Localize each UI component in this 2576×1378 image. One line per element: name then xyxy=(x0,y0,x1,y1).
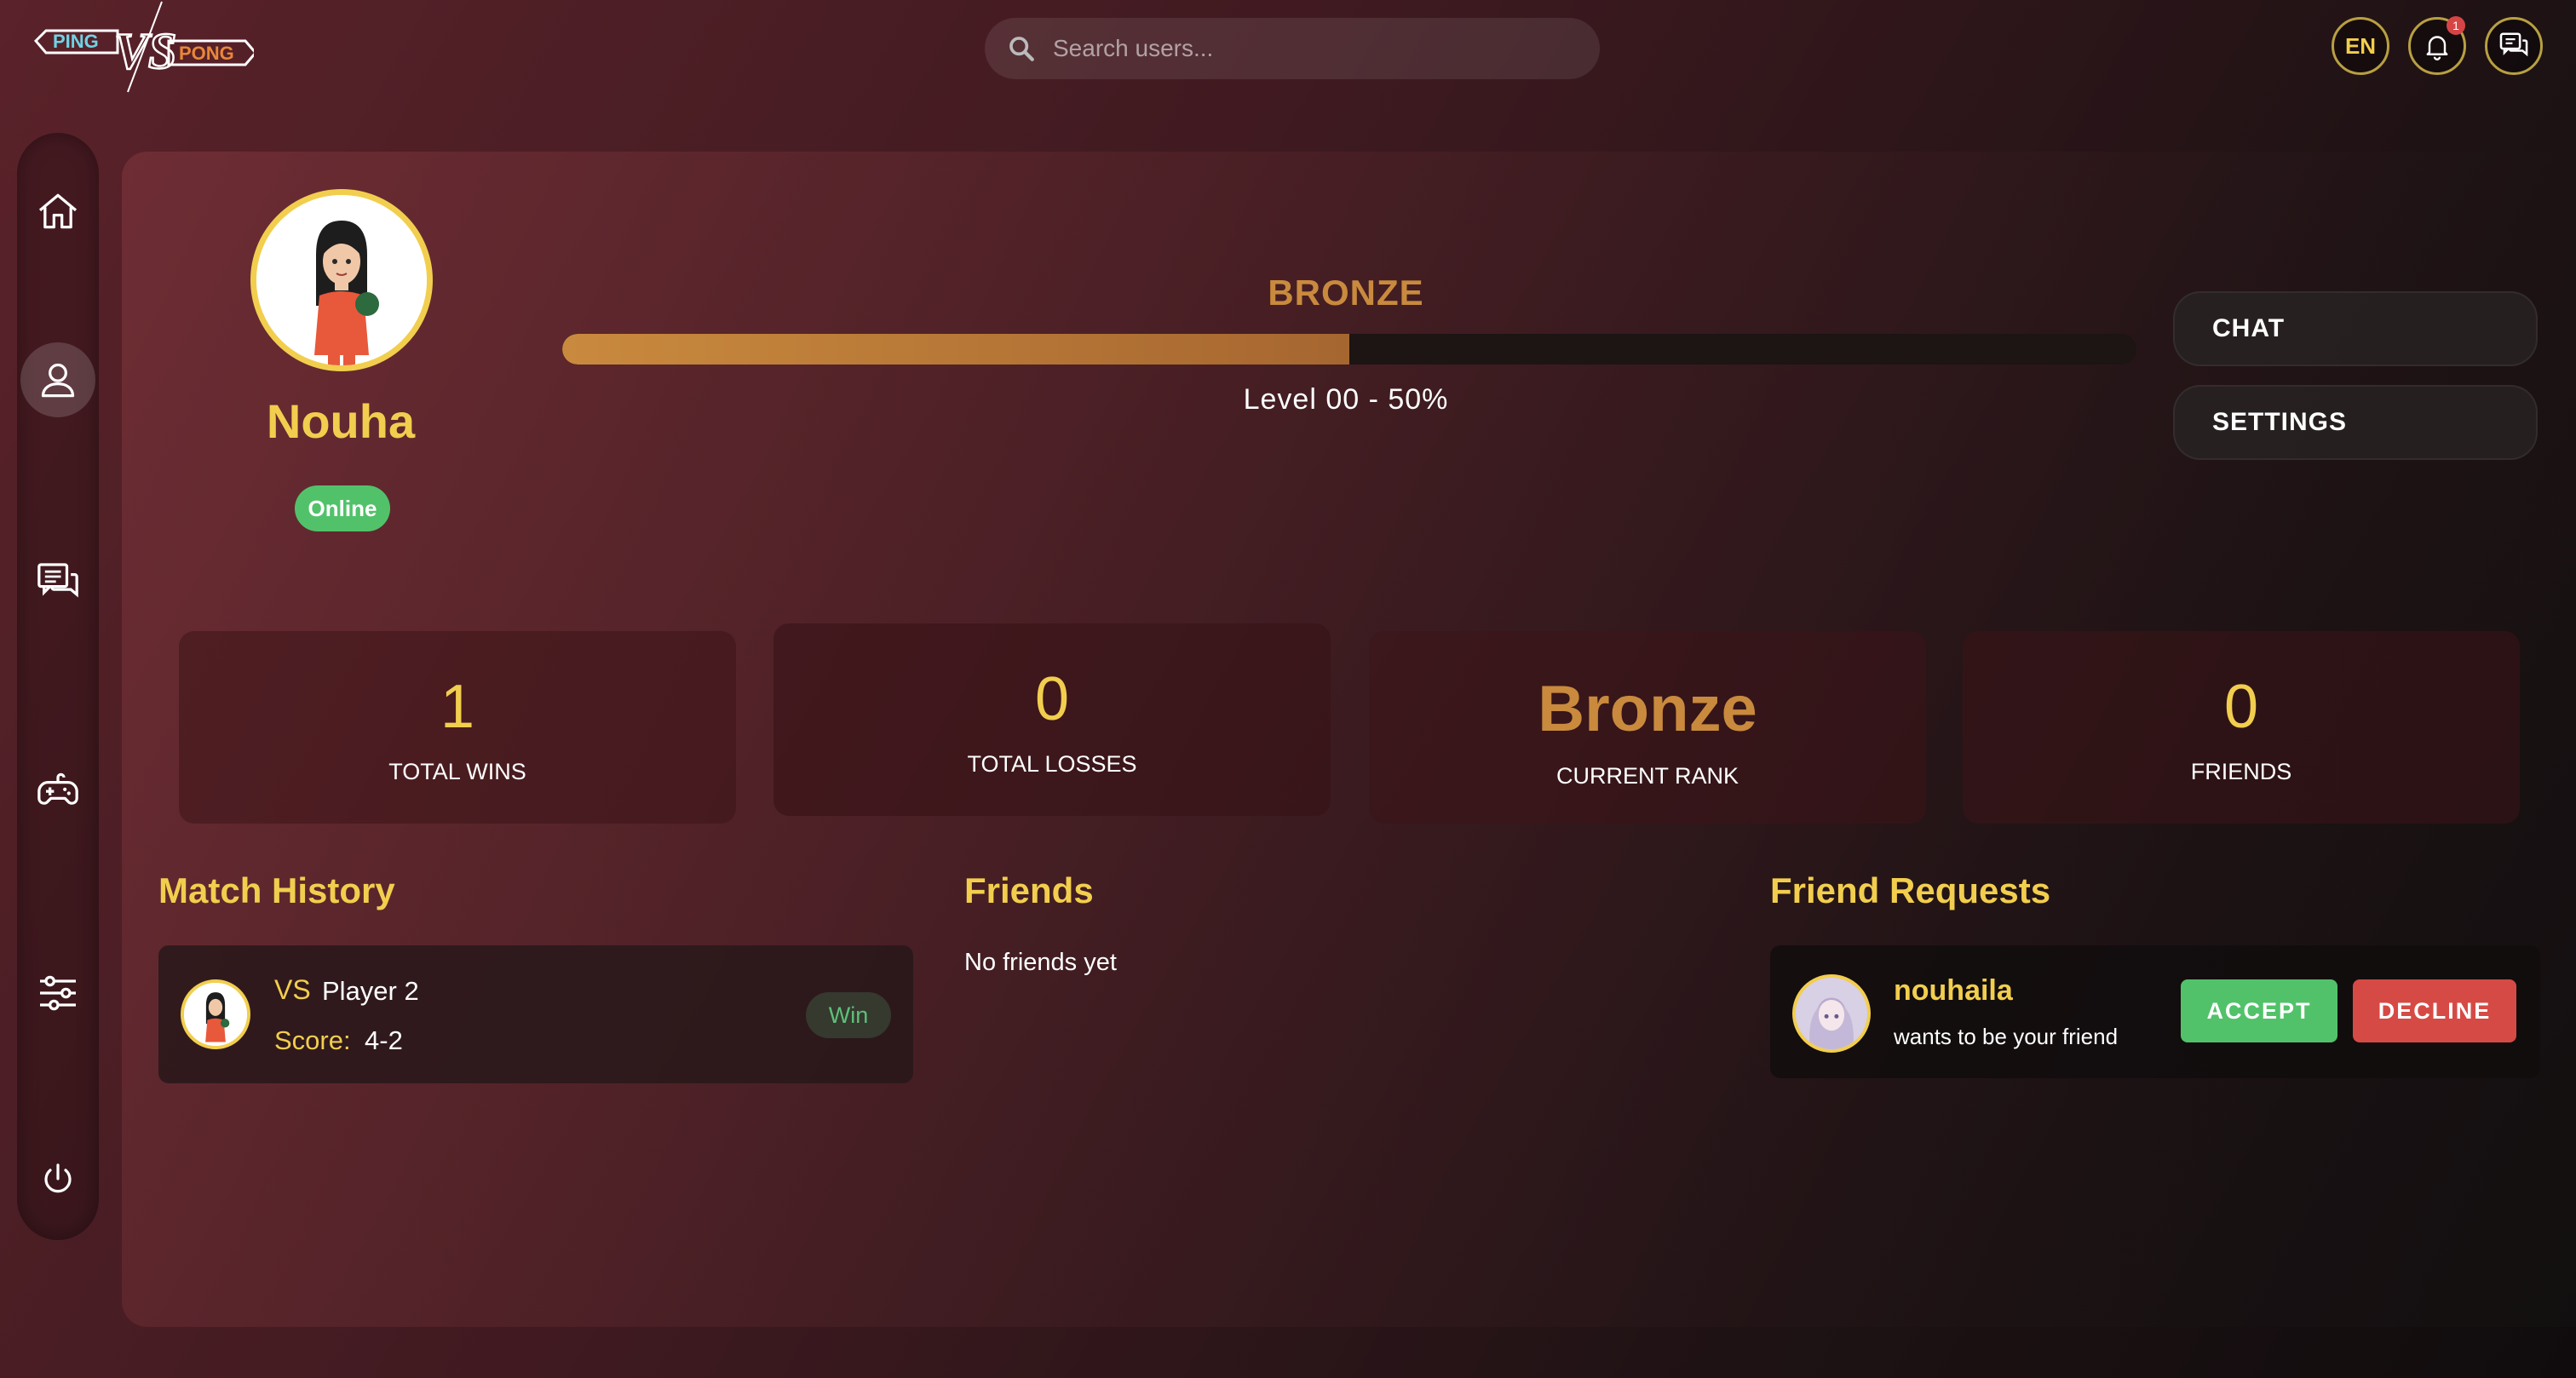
stat-card-wins: 1 TOTAL WINS xyxy=(179,631,736,824)
stat-value: 0 xyxy=(1034,665,1070,733)
search-bar[interactable] xyxy=(985,17,1600,80)
opponent-name: Player 2 xyxy=(322,976,419,1006)
profile-username: Nouha xyxy=(266,394,416,448)
stat-label: TOTAL WINS xyxy=(388,759,526,784)
profile-avatar xyxy=(250,189,433,371)
sidebar-item-game[interactable] xyxy=(20,753,95,828)
match-history-item[interactable]: VS Player 2 Score: 4-2 Win xyxy=(158,945,913,1083)
stat-value: 0 xyxy=(2223,673,2259,741)
level-progress-fill xyxy=(562,334,1349,365)
stat-card-rank: Bronze CURRENT RANK xyxy=(1369,631,1926,824)
friend-request-item: nouhaila wants to be your friend ACCEPT … xyxy=(1770,945,2540,1078)
logo-pong-text: PONG xyxy=(179,43,234,64)
chat-icon xyxy=(37,563,78,598)
app-logo[interactable]: PING PONG VS xyxy=(32,0,257,95)
sidebar-item-home[interactable] xyxy=(20,174,95,249)
sidebar-nav xyxy=(17,133,99,1240)
decline-button[interactable]: DECLINE xyxy=(2353,979,2516,1042)
search-icon xyxy=(1009,37,1034,61)
language-button[interactable]: EN xyxy=(2332,17,2389,75)
power-icon xyxy=(44,1163,72,1193)
stat-label: FRIENDS xyxy=(2190,759,2292,784)
match-result-badge: Win xyxy=(806,992,891,1038)
sliders-icon xyxy=(40,975,76,1011)
status-badge: Online xyxy=(295,485,390,531)
logo-ping-text: PING xyxy=(53,31,99,52)
score-value: 4-2 xyxy=(365,1025,403,1055)
level-text: Level 00 - 50% xyxy=(1243,383,1449,416)
gamepad-icon xyxy=(37,772,78,805)
level-progress-bar xyxy=(562,334,2136,365)
requester-name: nouhaila xyxy=(1894,974,2013,1007)
stat-value: 1 xyxy=(440,673,475,741)
stat-card-losses: 0 TOTAL LOSSES xyxy=(773,623,1331,816)
logo-vs-text: VS xyxy=(114,23,176,79)
sidebar-item-profile[interactable] xyxy=(20,342,95,417)
settings-button[interactable]: SETTINGS xyxy=(2173,385,2538,460)
match-history-title: Match History xyxy=(158,870,395,910)
language-label: EN xyxy=(2344,32,2377,59)
vs-label: VS xyxy=(274,974,311,1005)
stat-value: Bronze xyxy=(1538,673,1757,745)
stat-label: TOTAL LOSSES xyxy=(967,751,1137,777)
request-message: wants to be your friend xyxy=(1894,1024,2119,1049)
home-icon xyxy=(38,193,78,229)
requester-avatar xyxy=(1792,974,1871,1053)
stat-label: CURRENT RANK xyxy=(1555,763,1739,789)
chat-button[interactable]: CHAT xyxy=(2173,291,2538,366)
score-label: Score: xyxy=(274,1025,351,1055)
notifications-button[interactable]: 1 xyxy=(2408,16,2466,75)
player-avatar xyxy=(181,979,250,1049)
sidebar-item-settings[interactable] xyxy=(20,956,95,1031)
search-input[interactable] xyxy=(1036,17,1600,80)
user-icon xyxy=(41,363,75,398)
message-icon xyxy=(2499,32,2528,57)
bell-icon xyxy=(2426,36,2448,60)
messages-button[interactable] xyxy=(2485,17,2543,75)
friend-requests-title: Friend Requests xyxy=(1770,870,2051,910)
notification-badge: 1 xyxy=(2447,16,2465,35)
friends-empty-text: No friends yet xyxy=(964,949,1117,976)
sidebar-item-logout[interactable] xyxy=(20,1141,95,1216)
friends-title: Friends xyxy=(964,870,1094,910)
sidebar-item-chat[interactable] xyxy=(20,545,95,620)
rank-title: BRONZE xyxy=(1268,273,1424,313)
stat-card-friends: 0 FRIENDS xyxy=(1963,631,2520,824)
accept-button[interactable]: ACCEPT xyxy=(2181,979,2337,1042)
